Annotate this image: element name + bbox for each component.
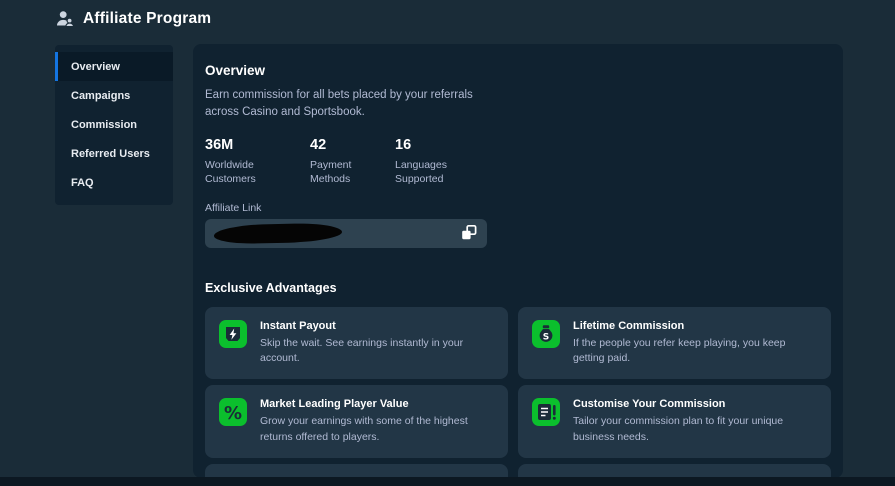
page-header: Affiliate Program	[55, 9, 211, 29]
sidebar-item-label: Commission	[71, 119, 137, 131]
advantage-card-customise-commission: Customise Your Commission Tailor your co…	[518, 385, 831, 457]
stat-label: Payment Methods	[310, 158, 382, 187]
card-description: If the people you refer keep playing, yo…	[573, 336, 817, 366]
card-title: Lifetime Commission	[573, 320, 817, 332]
card-description: Grow your earnings with some of the high…	[260, 414, 494, 444]
stat-languages-supported: 16 Languages Supported	[395, 137, 467, 187]
instant-payout-icon	[219, 320, 247, 348]
card-description: Tailor your commission plan to fit your …	[573, 414, 817, 444]
card-title: Customise Your Commission	[573, 398, 817, 410]
advantages-grid: Instant Payout Skip the wait. See earnin…	[205, 307, 831, 486]
sidebar-item-referred-users[interactable]: Referred Users	[55, 139, 173, 168]
svg-text:%: %	[224, 403, 242, 424]
sidebar-item-label: Overview	[71, 61, 120, 73]
sidebar-item-label: Referred Users	[71, 148, 150, 160]
stat-value: 16	[395, 137, 467, 153]
advantage-card-instant-payout: Instant Payout Skip the wait. See earnin…	[205, 307, 508, 379]
stat-label: Languages Supported	[395, 158, 467, 187]
affiliate-link-label: Affiliate Link	[205, 202, 831, 214]
player-value-icon: %	[219, 398, 247, 426]
stat-payment-methods: 42 Payment Methods	[310, 137, 395, 187]
sidebar-item-commission[interactable]: Commission	[55, 110, 173, 139]
advantage-card-player-value: % Market Leading Player Value Grow your …	[205, 385, 508, 457]
affiliate-link-input[interactable]	[205, 219, 487, 248]
stat-worldwide-customers: 36M Worldwide Customers	[205, 137, 310, 187]
advantage-card-lifetime-commission: S Lifetime Commission If the people you …	[518, 307, 831, 379]
lifetime-commission-icon: S	[532, 320, 560, 348]
sidebar-item-overview[interactable]: Overview	[55, 52, 173, 81]
redacted-affiliate-link	[214, 223, 342, 245]
stat-value: 36M	[205, 137, 310, 153]
bottom-divider	[0, 477, 895, 486]
affiliate-sidebar: Overview Campaigns Commission Referred U…	[55, 45, 173, 205]
stats-row: 36M Worldwide Customers 42 Payment Metho…	[205, 137, 831, 187]
copy-icon	[460, 224, 478, 242]
referral-icon	[55, 9, 75, 29]
svg-text:S: S	[543, 332, 549, 342]
exclusive-advantages-heading: Exclusive Advantages	[205, 281, 831, 295]
copy-link-button[interactable]	[460, 224, 478, 242]
stat-value: 42	[310, 137, 395, 153]
overview-description: Earn commission for all bets placed by y…	[205, 87, 507, 122]
sidebar-item-label: Campaigns	[71, 90, 130, 102]
stat-label: Worldwide Customers	[205, 158, 277, 187]
overview-heading: Overview	[205, 63, 831, 78]
overview-panel: Overview Earn commission for all bets pl…	[193, 44, 843, 478]
sidebar-item-campaigns[interactable]: Campaigns	[55, 81, 173, 110]
page-title: Affiliate Program	[83, 10, 211, 28]
card-title: Instant Payout	[260, 320, 494, 332]
card-title: Market Leading Player Value	[260, 398, 494, 410]
card-description: Skip the wait. See earnings instantly in…	[260, 336, 494, 366]
customise-commission-icon	[532, 398, 560, 426]
sidebar-item-faq[interactable]: FAQ	[55, 168, 173, 197]
sidebar-item-label: FAQ	[71, 177, 94, 189]
